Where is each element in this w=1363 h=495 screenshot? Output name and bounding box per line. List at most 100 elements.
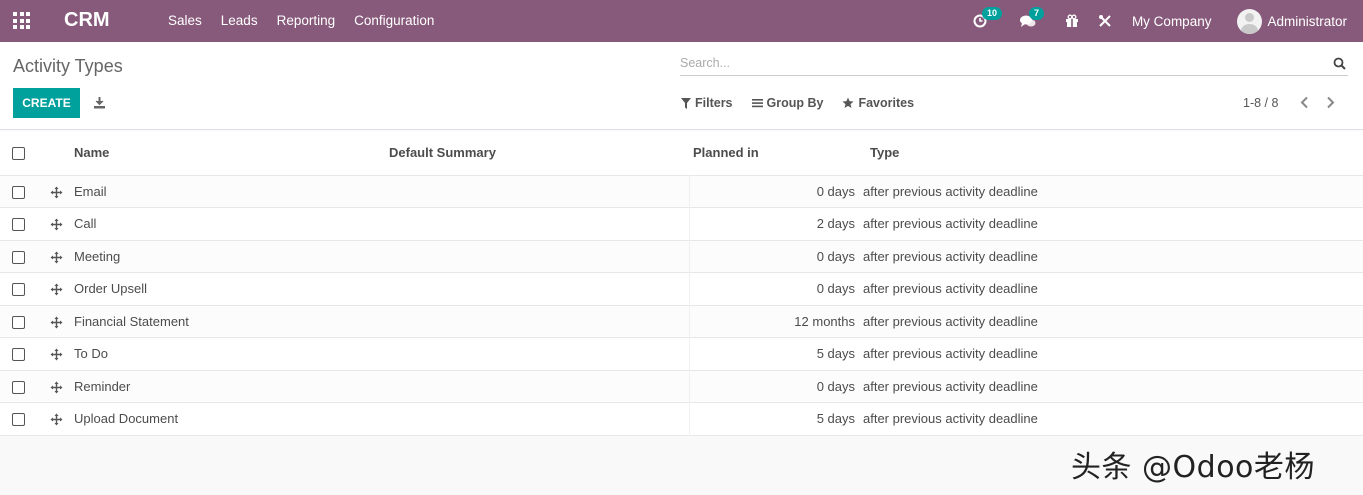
apps-grid-icon[interactable] xyxy=(13,12,30,29)
cell-type: after previous activity deadline xyxy=(863,313,1038,329)
activity-types-table: Name Default Summary Planned in Type Ema… xyxy=(0,131,1363,436)
cell-type: after previous activity deadline xyxy=(863,281,1038,297)
table-row[interactable]: Email 0 days after previous activity deadl… xyxy=(0,175,1363,208)
menu-reporting[interactable]: Reporting xyxy=(277,13,336,28)
table-row[interactable]: To Do 5 days after previous activity deadl… xyxy=(0,337,1363,370)
cell-default-summary xyxy=(387,240,690,273)
table-row[interactable]: Call 2 days after previous activity deadli… xyxy=(0,207,1363,240)
user-menu[interactable]: Administrator xyxy=(1237,8,1347,34)
pager-value[interactable]: 1-8 / 8 xyxy=(1243,96,1278,110)
company-switcher[interactable]: My Company xyxy=(1132,14,1212,29)
debug-tools-button[interactable] xyxy=(1098,14,1112,28)
drag-handle-icon[interactable] xyxy=(50,413,63,426)
col-default-summary[interactable]: Default Summary xyxy=(387,131,689,175)
drag-handle-icon[interactable] xyxy=(50,381,63,394)
search-options: Filters Group By Favorites xyxy=(681,96,933,110)
list-icon xyxy=(751,99,763,108)
cell-planned-in: 5 days xyxy=(816,411,855,427)
groupby-label: Group By xyxy=(766,96,824,110)
table-header: Name Default Summary Planned in Type xyxy=(0,131,1363,175)
col-planned-in[interactable]: Planned in xyxy=(689,131,863,175)
drag-handle-icon[interactable] xyxy=(50,348,63,361)
messages-badge: 7 xyxy=(1028,7,1044,20)
app-brand[interactable]: CRM xyxy=(64,9,110,32)
drag-handle-icon[interactable] xyxy=(50,316,63,329)
page-title: Activity Types xyxy=(13,56,123,76)
cell-name: Reminder xyxy=(74,378,131,394)
cell-name: Email xyxy=(74,183,107,199)
cell-default-summary xyxy=(387,370,690,403)
row-checkbox[interactable] xyxy=(12,218,25,232)
row-checkbox[interactable] xyxy=(12,283,25,297)
table-row[interactable]: Order Upsell 0 days after previous activit… xyxy=(0,272,1363,305)
search-input[interactable] xyxy=(680,56,1310,70)
cell-planned-in: 5 days xyxy=(816,346,855,362)
download-icon[interactable] xyxy=(93,96,106,109)
groupby-button[interactable]: Group By xyxy=(751,96,824,110)
table-row[interactable]: Upload Document 5 days after previous acti… xyxy=(0,402,1363,435)
cell-type: after previous activity deadline xyxy=(863,411,1038,427)
activity-button[interactable]: 10 xyxy=(973,7,1002,28)
cell-name: Order Upsell xyxy=(74,281,147,297)
filters-label: Filters xyxy=(695,96,733,110)
search-icon[interactable] xyxy=(1333,57,1346,70)
cell-type: after previous activity deadline xyxy=(863,346,1038,362)
cell-type: after previous activity deadline xyxy=(863,248,1038,264)
main-menu: Sales Leads Reporting Configuration xyxy=(168,13,453,28)
messages-button[interactable]: 7 xyxy=(1019,7,1044,28)
cell-default-summary xyxy=(387,305,690,338)
cell-planned-in: 12 months xyxy=(794,313,855,329)
favorites-label: Favorites xyxy=(858,96,915,110)
row-checkbox[interactable] xyxy=(12,250,25,264)
cell-planned-in: 2 days xyxy=(816,216,855,232)
row-checkbox[interactable] xyxy=(12,315,25,329)
user-name: Administrator xyxy=(1267,13,1347,29)
drag-handle-icon[interactable] xyxy=(50,218,63,231)
drag-handle-icon[interactable] xyxy=(50,251,63,264)
row-checkbox[interactable] xyxy=(12,380,25,394)
cell-planned-in: 0 days xyxy=(816,378,855,394)
favorites-button[interactable]: Favorites xyxy=(842,96,914,110)
menu-configuration[interactable]: Configuration xyxy=(354,13,434,28)
cell-type: after previous activity deadline xyxy=(863,378,1038,394)
activity-badge: 10 xyxy=(981,7,1002,20)
gift-button[interactable] xyxy=(1065,14,1079,28)
list-view: Name Default Summary Planned in Type Ema… xyxy=(0,131,1363,436)
cell-name: Call xyxy=(74,216,97,232)
filters-button[interactable]: Filters xyxy=(681,96,733,110)
drag-handle-icon[interactable] xyxy=(50,283,63,296)
cell-default-summary xyxy=(387,402,690,435)
row-checkbox[interactable] xyxy=(12,185,25,199)
chevron-left-icon[interactable] xyxy=(1299,96,1309,109)
create-button[interactable]: CREATE xyxy=(13,88,80,118)
cell-name: To Do xyxy=(74,346,108,362)
cell-name: Meeting xyxy=(74,248,121,264)
col-name[interactable]: Name xyxy=(74,131,387,175)
cell-type: after previous activity deadline xyxy=(863,216,1038,232)
cell-default-summary xyxy=(387,175,690,208)
select-all-cell xyxy=(0,131,40,175)
table-row[interactable]: Reminder 0 days after previous activity de… xyxy=(0,370,1363,403)
cell-planned-in: 0 days xyxy=(816,281,855,297)
drag-handle-icon[interactable] xyxy=(50,186,63,199)
row-checkbox[interactable] xyxy=(12,348,25,362)
cell-default-summary xyxy=(387,337,690,370)
menu-leads[interactable]: Leads xyxy=(221,13,258,28)
cell-planned-in: 0 days xyxy=(816,248,855,264)
cell-default-summary xyxy=(387,207,690,240)
menu-sales[interactable]: Sales xyxy=(168,13,202,28)
select-all-checkbox[interactable] xyxy=(12,147,25,161)
chevron-right-icon[interactable] xyxy=(1326,96,1336,109)
star-icon xyxy=(842,97,855,108)
row-checkbox[interactable] xyxy=(12,413,25,427)
tools-icon xyxy=(1098,15,1111,27)
col-type[interactable]: Type xyxy=(863,131,1363,175)
table-row[interactable]: Financial Statement 12 months after previo… xyxy=(0,305,1363,338)
watermark: 头条 @Odoo老杨 xyxy=(1071,450,1315,485)
top-navbar: CRM Sales Leads Reporting Configuration … xyxy=(0,0,1363,42)
cell-name: Upload Document xyxy=(74,411,179,427)
cell-default-summary xyxy=(387,272,690,305)
table-row[interactable]: Meeting 0 days after previous activity dea… xyxy=(0,240,1363,273)
filter-icon xyxy=(681,97,691,109)
avatar xyxy=(1237,8,1263,34)
